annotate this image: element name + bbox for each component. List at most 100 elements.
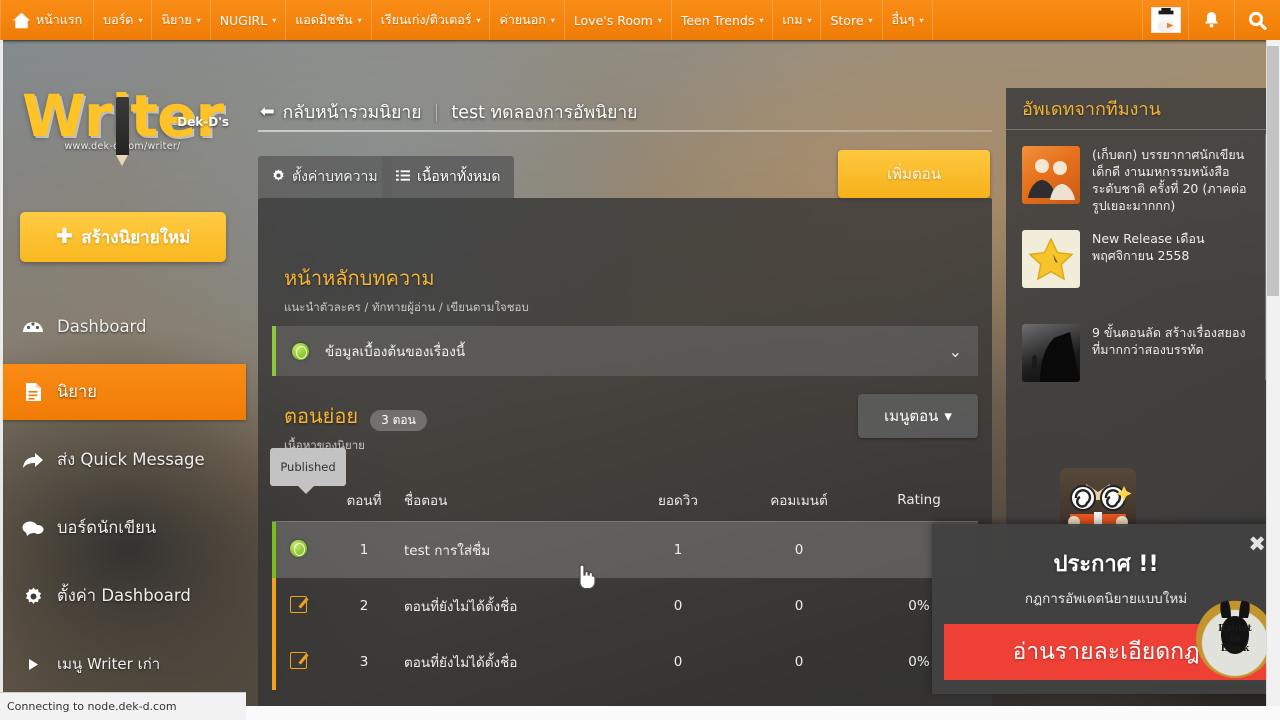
create-novel-button[interactable]: ✚ สร้างนิยายใหม่ — [20, 212, 226, 262]
row-episode-number: 1 — [359, 542, 369, 558]
chevron-down-icon[interactable]: ⌄ — [949, 342, 962, 361]
logo-wordmark: Writer Dek-D's — [22, 85, 229, 166]
chevron-down-icon: ▾ — [272, 15, 277, 25]
bell-icon — [1205, 11, 1218, 27]
notifications-button[interactable] — [1188, 0, 1234, 40]
breadcrumb-divider — [258, 130, 992, 132]
nav-item-teen-trends[interactable]: Teen Trends ▾ — [672, 0, 774, 40]
table-row[interactable]: 1 test การใส่ชื่ม 1 0 — [272, 522, 978, 578]
nav-item-loves-room[interactable]: Love's Room ▾ — [565, 0, 672, 40]
article-section-title: หน้าหลักบทความ — [284, 266, 435, 290]
nav-item-other[interactable]: อื่นๆ ▾ — [883, 0, 934, 40]
nav-right-group — [1142, 0, 1280, 40]
row-status-bar-published — [272, 522, 276, 578]
triangle-right-icon — [22, 654, 44, 674]
row-views: 1 — [673, 542, 683, 558]
team-update-item[interactable]: (เก็บตก) บรรยากาศนักเขียนเด็กดี งานมหกรร… — [1006, 130, 1274, 214]
sidebar-item-dashboard-settings[interactable]: ตั้งค่า Dashboard — [0, 568, 246, 624]
chevron-down-icon: ▾ — [476, 15, 481, 25]
back-to-novel-list-link[interactable]: ⬅ กลับหน้ารวมนิยาย — [260, 98, 421, 126]
writer-logo[interactable]: Writer Dek-D's www.dek-d.com/writer/ — [20, 85, 229, 180]
globe-published-icon — [292, 342, 309, 360]
chat-bubble-icon — [22, 518, 44, 538]
nav-item-store[interactable]: Store ▾ — [821, 0, 883, 40]
nav-label: นิยาย — [161, 12, 192, 27]
team-update-item[interactable]: 9 ขั้นตอนลัด สร้างเรื่องสยองที่มากกว่าสอ… — [1006, 288, 1274, 382]
avatar — [1150, 7, 1181, 33]
nav-item-home[interactable]: หน้าแรก — [0, 0, 95, 40]
nav-label: Love's Room — [573, 12, 653, 28]
add-episode-button[interactable]: เพิ่มตอน — [838, 150, 990, 198]
back-label: กลับหน้ารวมนิยาย — [282, 103, 422, 123]
episode-menu-button[interactable]: เมนูตอน ▾ — [858, 394, 978, 438]
team-update-item[interactable]: New Release เดือนพฤศจิกายน 2558 — [1006, 214, 1274, 288]
nav-label: Store — [830, 12, 864, 28]
status-text: Connecting to node.dek-d.com — [7, 700, 177, 713]
top-navigation-bar: หน้าแรก บอร์ด ▾ นิยาย ▾ NUGIRL ▾ แอดมิชช… — [0, 0, 1280, 40]
table-row[interactable]: 3 ตอนที่ยังไม่ได้ตั้งชื่อ 0 0 0% — [272, 634, 978, 690]
row-status-icon-cell[interactable] — [272, 595, 324, 617]
sidebar-item-label: บอร์ดนักเขียน — [57, 518, 157, 537]
row-episode-title[interactable]: test การใส่ชื่ม — [404, 539, 618, 561]
sidebar-item-writer-board[interactable]: บอร์ดนักเขียน — [0, 500, 246, 556]
basic-info-row[interactable]: ข้อมูลเบื้องต้นของเรื่องนี้ ⌄ — [272, 326, 978, 376]
chevron-down-icon: ▾ — [807, 15, 812, 25]
nav-label: บอร์ด — [103, 12, 134, 27]
gear-icon — [272, 168, 285, 186]
nav-item-game[interactable]: เกม ▾ — [773, 0, 822, 40]
table-header-row: ตอนที่ ชื่อตอน ยอดวิว คอมเมนต์ Rating — [272, 478, 978, 522]
nav-item-board[interactable]: บอร์ด ▾ — [94, 0, 153, 40]
th-views: ยอดวิว — [658, 492, 698, 509]
breadcrumb-current-title: test ทดลองการอัพนิยาย — [451, 103, 638, 123]
nav-item-admission[interactable]: แอดมิชชัน ▾ — [286, 0, 372, 40]
caret-down-icon: ▾ — [944, 407, 952, 425]
close-icon[interactable]: ✖ — [1248, 534, 1266, 555]
star-icon — [1028, 237, 1074, 281]
nav-label: เรียนเก่ง/ติวเตอร์ — [380, 12, 472, 27]
th-rating: Rating — [897, 491, 941, 508]
row-status-bar-draft — [272, 634, 276, 690]
sidebar-item-quick-message[interactable]: ส่ง Quick Message — [0, 432, 246, 488]
row-status-icon-cell[interactable] — [272, 651, 324, 673]
home-icon — [12, 12, 31, 29]
table-row[interactable]: 2 ตอนที่ยังไม่ได้ตั้งชื่อ 0 0 0% — [272, 578, 978, 634]
tab-label: เนื้อหาทั้งหมด — [417, 169, 501, 185]
tooltip-label: Published — [280, 460, 336, 474]
episode-count-badge: 3 ตอน — [370, 409, 427, 431]
row-episode-title[interactable]: ตอนที่ยังไม่ได้ตั้งชื่อ — [404, 651, 618, 673]
tab-all-content[interactable]: เนื้อหาทั้งหมด — [382, 156, 515, 198]
nav-item-camp[interactable]: ค่ายนอก ▾ — [490, 0, 565, 40]
sidebar-item-novel[interactable]: นิยาย — [0, 364, 246, 420]
sidebar-item-label: นิยาย — [57, 382, 97, 401]
update-text: 9 ขั้นตอนลัด สร้างเรื่องสยองที่มากกว่าสอ… — [1092, 325, 1246, 357]
chevron-down-icon: ▾ — [138, 15, 143, 25]
page-scrollbar-thumb[interactable] — [1267, 46, 1279, 296]
watermark-text: Rabbit In Black — [1218, 624, 1252, 654]
nav-item-nugirl[interactable]: NUGIRL ▾ — [211, 0, 287, 40]
episodes-section-title: ตอนย่อย — [284, 404, 359, 428]
update-thumbnail — [1022, 146, 1080, 204]
chevron-down-icon: ▾ — [759, 15, 764, 25]
sidebar-item-dashboard[interactable]: Dashboard — [0, 298, 246, 354]
list-icon — [396, 169, 410, 186]
user-avatar[interactable] — [1142, 0, 1188, 40]
chevron-down-icon: ▾ — [919, 15, 924, 25]
row-episode-number: 2 — [359, 598, 369, 614]
page-left-edge — [0, 40, 3, 706]
sidebar-item-old-writer-menu[interactable]: เมนู Writer เก่า — [0, 636, 246, 692]
tab-article-settings[interactable]: ตั้งค่าบทความ — [258, 156, 392, 198]
row-comments: 0 — [794, 598, 804, 614]
sidebar-item-label: เมนู Writer เก่า — [57, 655, 161, 673]
chevron-down-icon: ▾ — [196, 15, 201, 25]
search-button[interactable] — [1234, 0, 1280, 40]
row-episode-title[interactable]: ตอนที่ยังไม่ได้ตั้งชื่อ — [404, 595, 618, 617]
novel-icon — [22, 382, 44, 402]
pencil-icon — [115, 97, 129, 166]
content-card: หน้าหลักบทความ แนะนำตัวละคร / ทักทายผู้อ… — [258, 198, 992, 720]
nav-item-novel[interactable]: นิยาย ▾ — [152, 0, 211, 40]
nav-item-tutor[interactable]: เรียนเก่ง/ติวเตอร์ ▾ — [372, 0, 491, 40]
th-episode-title: ชื่อตอน — [404, 492, 448, 509]
update-text: New Release เดือนพฤศจิกายน 2558 — [1092, 231, 1205, 263]
read-rules-label: อ่านรายละเอียดกฎ — [1012, 639, 1200, 665]
row-status-icon-cell[interactable] — [272, 539, 324, 561]
